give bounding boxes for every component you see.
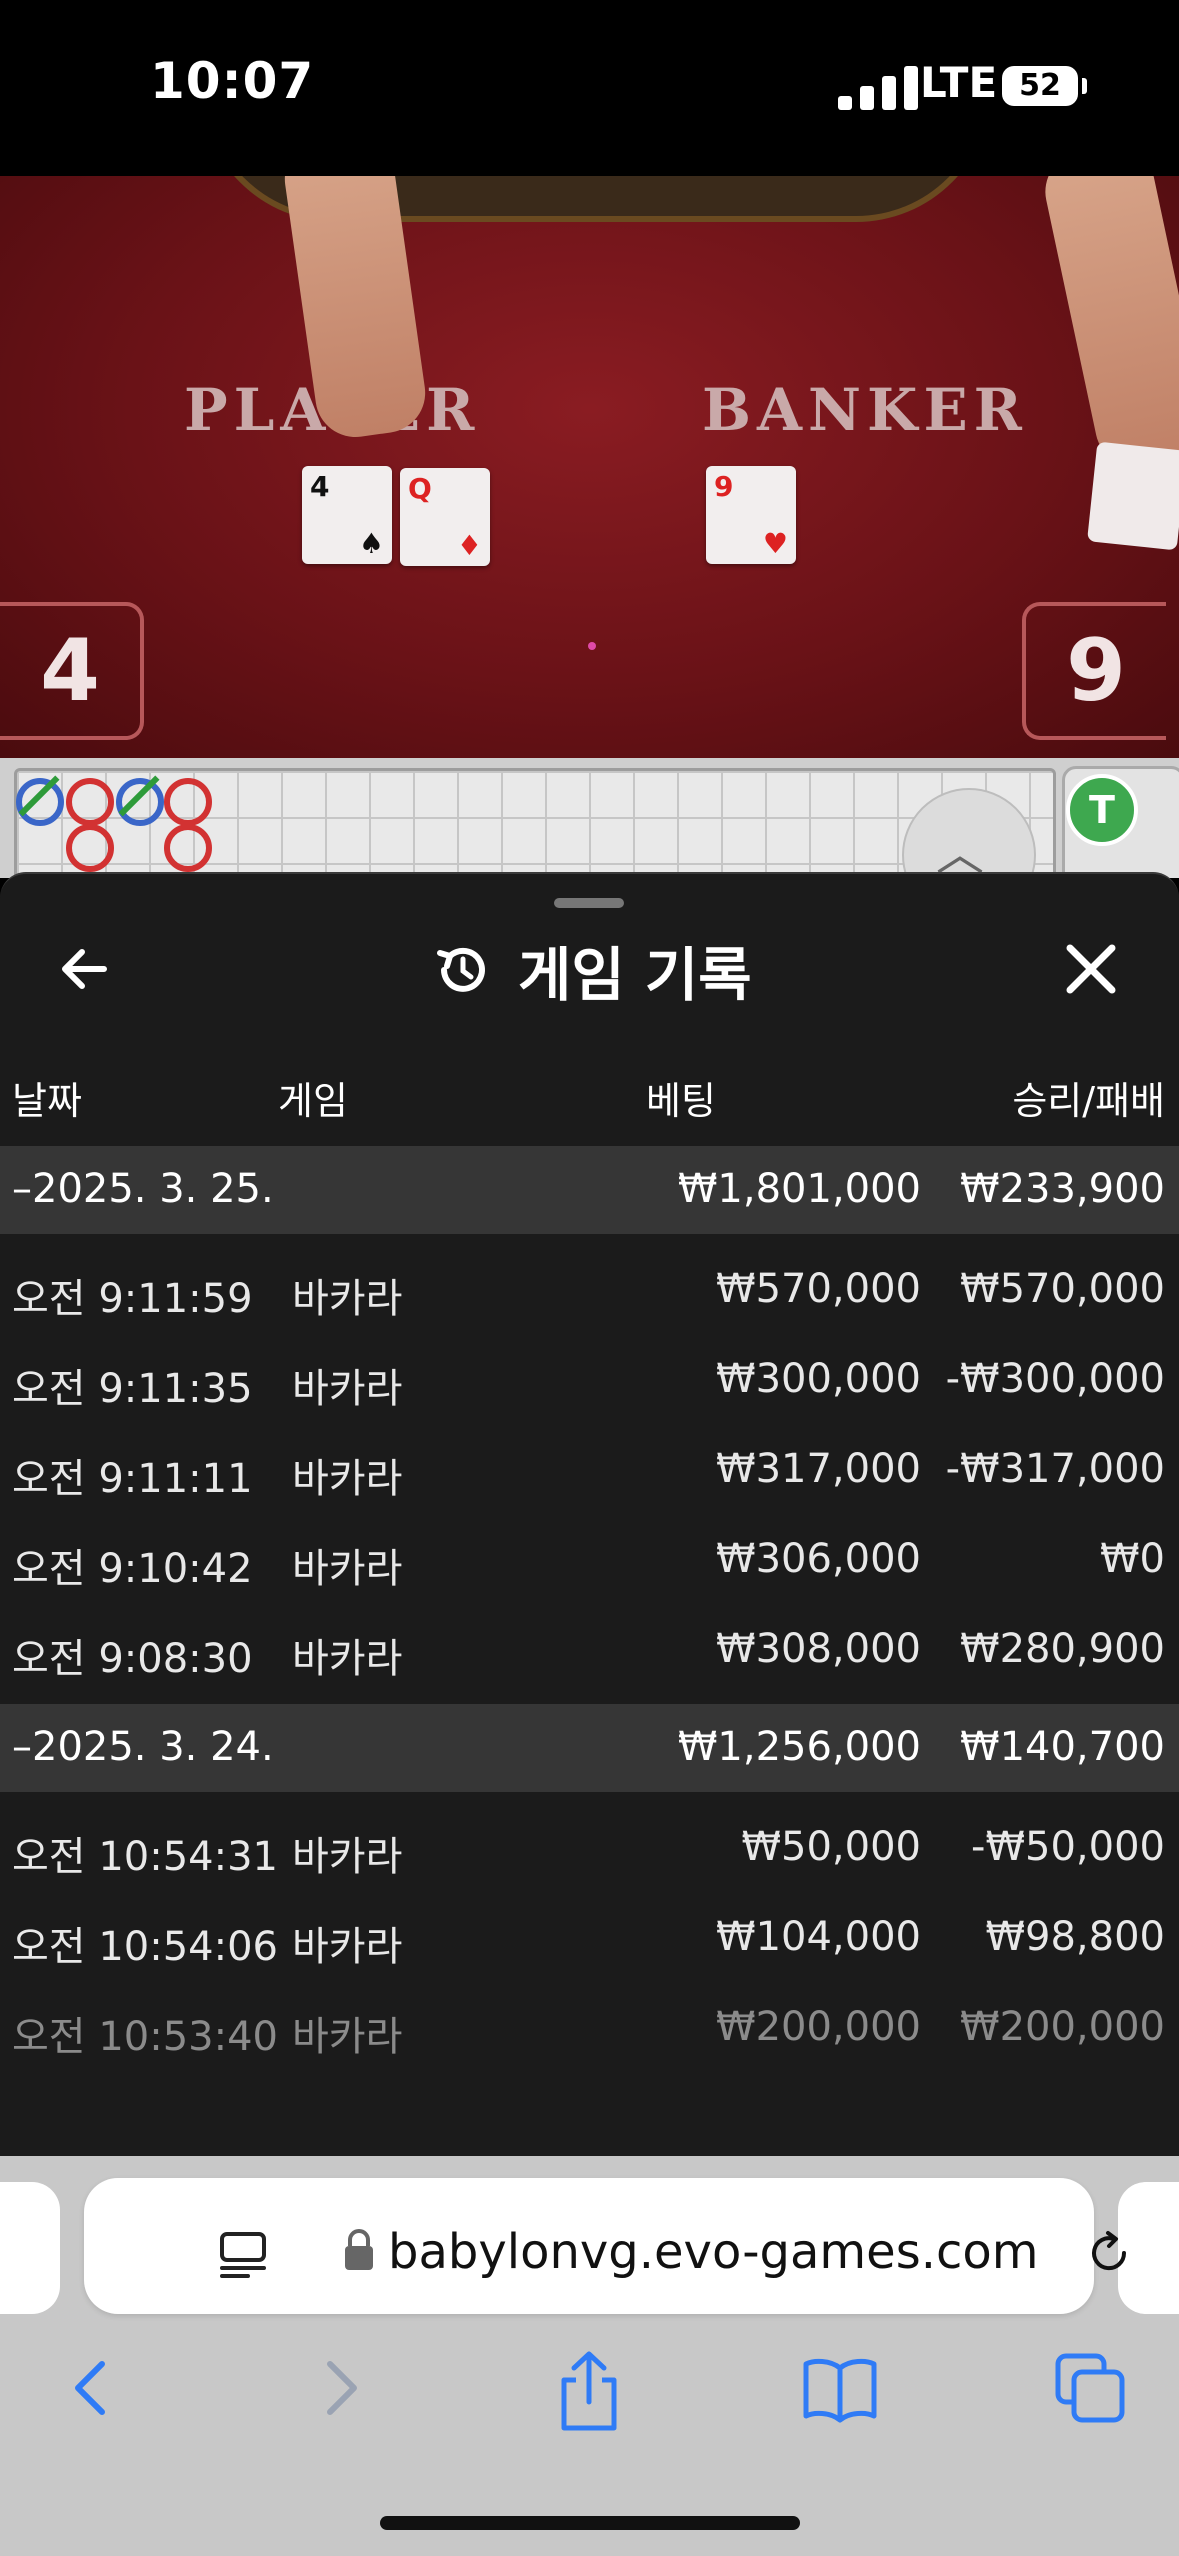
share-icon[interactable]	[552, 2348, 626, 2434]
group-bet-total: ₩1,801,000	[677, 1166, 921, 1212]
game-history-sheet: 게임 기록 날짜 게임 베팅 승리/패배 –2025. 3. 25. ₩1,80…	[0, 872, 1179, 2158]
previous-tab-preview[interactable]	[0, 2182, 60, 2314]
sheet-grabber[interactable]	[554, 898, 624, 908]
close-icon	[1066, 944, 1116, 994]
forward-nav-icon[interactable]	[312, 2348, 372, 2428]
road-marker	[66, 778, 114, 826]
road-marker	[66, 824, 114, 872]
table-row[interactable]: 오전 9:11:11 바카라 ₩317,000 -₩317,000	[0, 1424, 1179, 1514]
column-header-win-loss: 승리/패배	[1012, 1079, 1165, 1123]
road-marker	[164, 778, 212, 826]
road-marker	[16, 778, 64, 826]
browser-toolbar: babylonvg.evo-games.com	[0, 2156, 1179, 2556]
player-card-1: 4 ♠	[302, 466, 392, 564]
tabs-icon[interactable]	[1050, 2348, 1130, 2428]
table-row[interactable]: 오전 9:10:42 바카라 ₩306,000 ₩0	[0, 1514, 1179, 1604]
address-bar[interactable]: babylonvg.evo-games.com	[84, 2178, 1127, 2314]
tie-badge: T	[1066, 774, 1138, 846]
group-win-total: ₩140,700	[960, 1724, 1165, 1770]
table-row[interactable]: 오전 9:11:59 바카라 ₩570,000 ₩570,000	[0, 1244, 1179, 1334]
player-card-2: Q ♦	[400, 468, 490, 566]
date-group-row[interactable]: –2025. 3. 25. ₩1,801,000 ₩233,900	[0, 1146, 1179, 1234]
group-bet-total: ₩1,256,000	[677, 1724, 921, 1770]
player-score: 4	[0, 602, 144, 740]
back-nav-icon[interactable]	[60, 2348, 120, 2428]
scoreboard-road: ︿ T	[0, 758, 1179, 878]
road-marker	[164, 824, 212, 872]
date-group-row[interactable]: –2025. 3. 24. ₩1,256,000 ₩140,700	[0, 1704, 1179, 1792]
reload-icon[interactable]	[1084, 2228, 1134, 2278]
column-header-bet: 베팅	[646, 1079, 716, 1123]
battery-cap	[1082, 78, 1087, 94]
dealer-held-card	[1087, 441, 1179, 551]
bookmarks-icon[interactable]	[800, 2348, 880, 2428]
lock-icon	[345, 2229, 373, 2270]
table-marker	[588, 642, 596, 650]
dealer-right-arm	[1037, 176, 1179, 474]
back-button[interactable]	[52, 936, 118, 1002]
table-row[interactable]: 오전 10:54:31 바카라 ₩50,000 -₩50,000	[0, 1802, 1179, 1892]
table-row[interactable]: 오전 10:54:06 바카라 ₩104,000 ₩98,800	[0, 1892, 1179, 1982]
url-text: babylonvg.evo-games.com	[388, 2224, 1039, 2280]
group-win-total: ₩233,900	[960, 1166, 1165, 1212]
banker-card-1: 9 ♥	[706, 466, 796, 564]
table-row[interactable]: 오전 9:08:30 바카라 ₩308,000 ₩280,900	[0, 1604, 1179, 1694]
battery-icon: 52	[1002, 66, 1078, 106]
column-header-date: 날짜	[12, 1079, 82, 1123]
table-row-partial	[0, 2064, 1179, 2154]
status-time: 10:07	[150, 52, 315, 110]
table-row[interactable]: 오전 10:53:40 바카라 ₩200,000 ₩200,000	[0, 1982, 1179, 2072]
home-indicator[interactable]	[380, 2516, 800, 2530]
history-icon	[437, 947, 485, 992]
group-date: –2025. 3. 24.	[12, 1724, 274, 1770]
column-header-game: 게임	[278, 1079, 348, 1123]
live-dealer-video: PLAYER BANKER 4 ♠ Q ♦ 9 ♥ 4 9	[0, 176, 1179, 758]
status-bar: 10:07 LTE 52	[0, 0, 1179, 176]
close-button[interactable]	[1060, 938, 1122, 1000]
network-type: LTE	[920, 58, 998, 107]
banker-label: BANKER	[702, 376, 1028, 444]
sheet-header: 게임 기록	[432, 930, 752, 1010]
group-date: –2025. 3. 25.	[12, 1166, 274, 1212]
table-row[interactable]: 오전 9:11:35 바카라 ₩300,000 -₩300,000	[0, 1334, 1179, 1424]
signal-icon	[838, 66, 920, 110]
page-title: 게임 기록	[518, 941, 752, 1009]
road-marker	[116, 778, 164, 826]
reader-mode-icon[interactable]	[218, 2230, 268, 2280]
banker-score: 9	[1022, 602, 1166, 740]
arrow-left-icon	[62, 949, 107, 989]
chevron-up-icon: ︿	[936, 826, 985, 878]
